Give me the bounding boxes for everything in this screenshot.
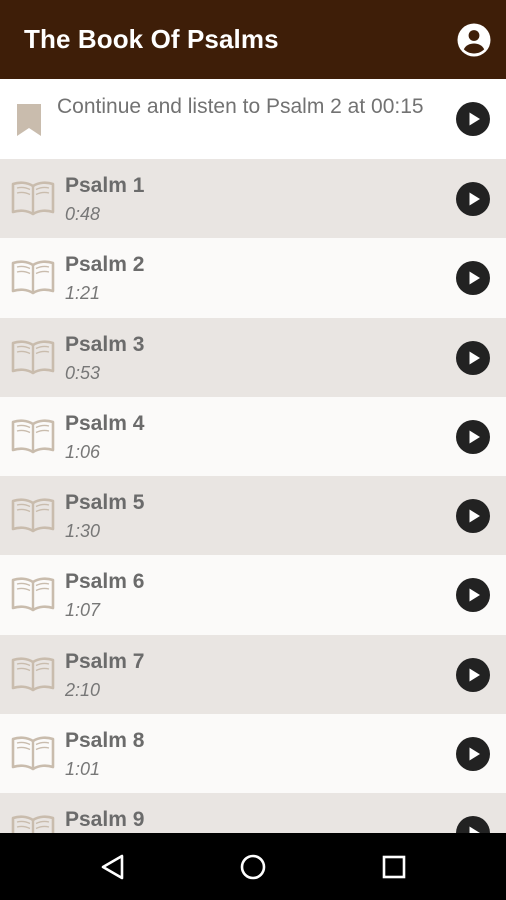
psalm-row[interactable]: Psalm 5 1:30 (0, 476, 506, 556)
play-icon[interactable] (456, 261, 490, 296)
app-title: The Book Of Psalms (24, 24, 279, 54)
bookmark-icon (17, 104, 41, 136)
psalm-row[interactable]: Psalm 7 2:10 (0, 634, 506, 715)
psalm-row[interactable]: Psalm 3 0:53 (0, 317, 506, 397)
open-book-icon (11, 419, 55, 454)
open-book-icon (11, 577, 55, 612)
account-circle-icon[interactable] (456, 22, 492, 58)
psalm-title: Psalm 6 (65, 570, 145, 594)
psalm-duration: 0:48 (65, 204, 101, 224)
psalm-title: Psalm 1 (65, 174, 145, 197)
open-book-icon (11, 339, 55, 374)
continue-listening-row[interactable]: Continue and listen to Psalm 2 at 00:15 (0, 79, 506, 159)
psalm-duration: 0:53 (65, 362, 101, 383)
psalm-row[interactable]: Psalm 4 1:06 (0, 396, 506, 477)
psalm-duration: 1:07 (65, 600, 101, 621)
psalm-duration: 1:06 (65, 441, 101, 462)
psalm-title: Psalm 8 (65, 729, 145, 753)
play-icon[interactable] (456, 419, 490, 454)
open-book-icon (11, 657, 55, 692)
psalm-row[interactable]: Psalm 1 0:48 (0, 159, 506, 239)
psalm-row[interactable]: Psalm 8 1:01 (0, 714, 506, 794)
play-icon[interactable] (456, 340, 490, 375)
play-icon[interactable] (456, 737, 490, 772)
psalm-row[interactable]: Psalm 2 1:21 (0, 238, 506, 318)
recents-square-icon[interactable] (377, 850, 411, 884)
open-book-icon (11, 181, 55, 216)
back-triangle-icon[interactable] (96, 850, 130, 884)
psalm-duration: 2:10 (65, 679, 101, 700)
psalm-list[interactable]: Continue and listen to Psalm 2 at 00:15 … (0, 79, 506, 833)
app-bar: The Book Of Psalms (0, 0, 506, 79)
psalm-title: Psalm 9 (65, 808, 145, 832)
psalm-duration: 1:21 (65, 283, 101, 304)
system-nav-bar (0, 833, 506, 900)
psalm-title: Psalm 3 (65, 332, 145, 356)
home-circle-icon[interactable] (236, 850, 270, 884)
continue-listening-text: Continue and listen to Psalm 2 at 00:15 (57, 95, 424, 118)
psalm-title: Psalm 5 (65, 491, 145, 515)
open-book-icon (11, 736, 55, 771)
psalm-title: Psalm 4 (65, 411, 145, 435)
psalm-row[interactable]: Psalm 9 (0, 793, 506, 833)
play-icon[interactable] (456, 102, 490, 136)
play-icon[interactable] (456, 816, 490, 833)
psalm-duration: 1:30 (65, 521, 101, 542)
psalm-row[interactable]: Psalm 6 1:07 (0, 555, 506, 635)
psalm-duration: 1:01 (65, 759, 101, 780)
open-book-icon (11, 815, 55, 833)
play-icon[interactable] (456, 499, 490, 534)
play-icon[interactable] (456, 578, 490, 613)
open-book-icon (11, 498, 55, 533)
play-icon[interactable] (456, 182, 490, 216)
play-icon[interactable] (456, 657, 490, 692)
open-book-icon (11, 260, 55, 295)
psalm-title: Psalm 2 (65, 253, 145, 277)
psalm-title: Psalm 7 (65, 649, 145, 673)
